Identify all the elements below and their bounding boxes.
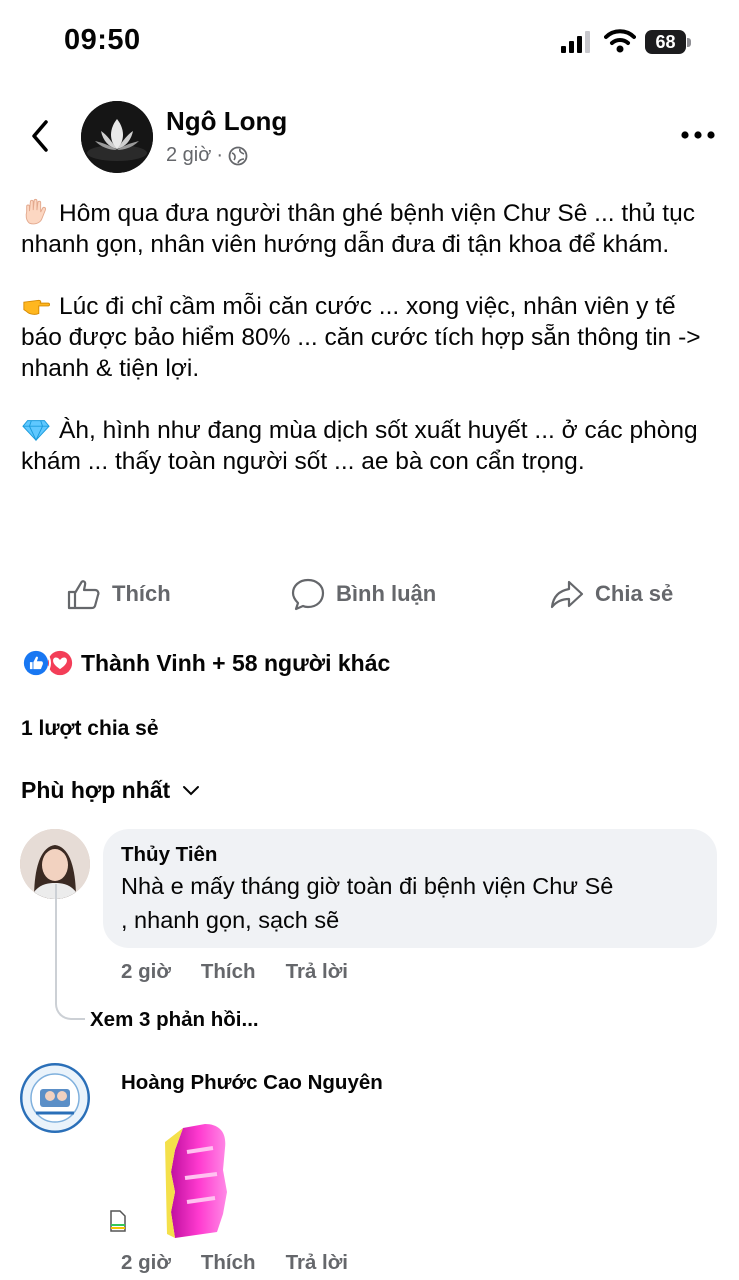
reactions-text: Thành Vinh + 58 người khác [81,649,391,676]
pink-sticker-icon[interactable] [165,1122,231,1240]
comment-time: 2 giờ [121,1251,171,1274]
pointing-hand-icon [23,299,50,315]
comment-label: Bình luận [336,581,437,606]
sort-label: Phù hợp nhất [21,777,171,803]
comment-sort-dropdown[interactable]: Phù hợp nhất [21,777,200,804]
comment-meta: 2 giờ Thích Trả lời [121,960,348,984]
globe-icon [228,146,248,165]
reactions-summary[interactable]: Thành Vinh + 58 người khác [21,647,390,679]
comment-like-button[interactable]: Thích [201,1251,256,1275]
gem-icon [22,420,50,442]
post-header: Ngô Long 2 giờ · [0,96,739,176]
comment-meta: 2 giờ Thích Trả lời [121,1251,348,1275]
post-paragraph-2-text: Lúc đi chỉ cầm mỗi căn cước ... xong việ… [21,293,701,382]
post-paragraph: Lúc đi chỉ cầm mỗi căn cước ... xong việ… [21,291,721,384]
cellular-signal-icon [561,31,590,53]
share-label: Chia sẻ [595,581,674,606]
status-bar: 09:50 68 [0,0,739,90]
comment-reply-button[interactable]: Trả lời [286,960,348,984]
reply-thread-line [55,884,85,1020]
like-button[interactable]: Thích [66,576,171,612]
wifi-icon [604,29,636,53]
post-paragraph-1-text: Hôm qua đưa người thân ghé bệnh viện Chư… [21,200,695,258]
raised-hand-icon [25,198,46,225]
share-icon [550,580,584,609]
more-options-icon[interactable] [680,130,716,140]
status-time: 09:50 [64,24,141,56]
meta-separator: · [216,144,224,166]
share-count[interactable]: 1 lượt chia sẻ [21,717,159,741]
comment-reply-button[interactable]: Trả lời [286,1251,348,1275]
post-actions: Thích Bình luận Chia sẻ [0,570,739,618]
post-paragraph-3-text: Àh, hình như đang mùa dịch sốt xuất huyế… [21,417,698,475]
like-label: Thích [112,581,171,606]
circular-logo-icon [20,1063,90,1133]
lotus-avatar-icon [81,101,153,173]
file-icon [110,1210,126,1232]
like-reaction-icon [21,648,51,678]
commenter-avatar[interactable] [20,1063,90,1133]
comment-like-button[interactable]: Thích [201,960,256,984]
share-button[interactable]: Chia sẻ [549,576,673,612]
commenter-name[interactable]: Hoàng Phước Cao Nguyên [121,1071,383,1095]
comment-text-line: Nhà e mấy tháng giờ toàn đi bệnh viện Ch… [121,873,614,899]
post-paragraph: Àh, hình như đang mùa dịch sốt xuất huyế… [21,415,721,477]
comment-bubble[interactable]: Thủy Tiên Nhà e mấy tháng giờ toàn đi bệ… [103,829,717,948]
comment-time: 2 giờ [121,960,171,983]
comment-icon [291,578,325,611]
chevron-down-icon [183,785,200,795]
thumbs-up-icon [67,580,100,610]
view-replies-link[interactable]: Xem 3 phản hồi... [90,1008,259,1032]
comment-text: Nhà e mấy tháng giờ toàn đi bệnh viện Ch… [121,869,699,937]
post-body: Hôm qua đưa người thân ghé bệnh viện Chư… [21,198,721,508]
comment-button[interactable]: Bình luận [290,576,436,612]
post-time[interactable]: 2 giờ [166,144,211,167]
battery-icon: 68 [645,30,691,54]
author-avatar[interactable] [81,101,153,173]
back-icon[interactable] [26,116,54,156]
commenter-name[interactable]: Thủy Tiên [121,843,699,867]
comment-text-line: , nhanh gọn, sạch sẽ [121,907,340,933]
post-paragraph: Hôm qua đưa người thân ghé bệnh viện Chư… [21,198,721,260]
battery-level: 68 [645,30,686,54]
post-meta: 2 giờ · [166,144,248,167]
author-name[interactable]: Ngô Long [166,106,287,137]
